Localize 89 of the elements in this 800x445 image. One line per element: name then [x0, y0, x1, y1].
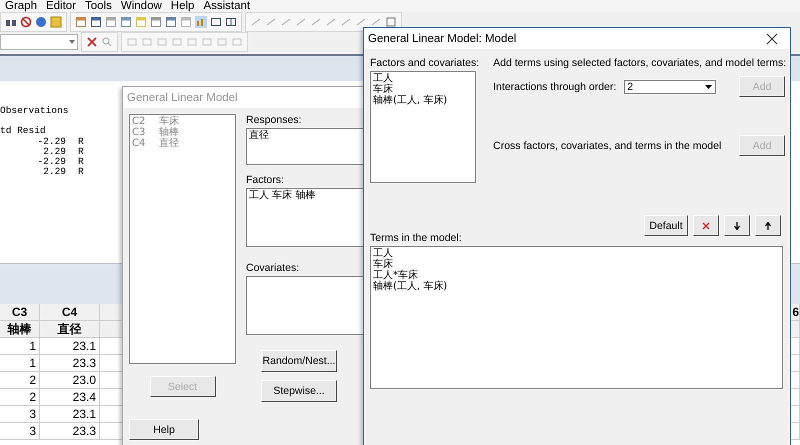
edit-tool-icon[interactable]: [355, 16, 367, 28]
move-up-button[interactable]: [755, 215, 781, 236]
variable-list[interactable]: C2 车床 C3 轴棒 C4 直径: [129, 114, 236, 364]
edit-tool-icon[interactable]: [370, 16, 382, 28]
field-label: Covariates:: [246, 262, 300, 274]
field-label: Responses:: [246, 114, 302, 126]
menu-item[interactable]: Assistant: [203, 0, 250, 12]
dialog-button[interactable]: Random/Nest...: [261, 350, 337, 372]
order-dropdown[interactable]: 2: [624, 80, 716, 94]
terms-field[interactable]: 工人 车床 工人*车床 轴棒(工人, 车床): [370, 246, 783, 389]
factor-item[interactable]: 车床: [373, 84, 473, 95]
field-label: Factors:: [246, 174, 284, 186]
close-icon[interactable]: [766, 32, 778, 44]
drawing-tool-icon[interactable]: [231, 36, 243, 48]
instruction-text: Add terms using selected factors, covariates, and model terms:: [493, 57, 786, 69]
table-cell[interactable]: 2: [0, 389, 40, 406]
residual-note: R: [78, 167, 84, 178]
table-cell[interactable]: 23.0: [40, 372, 100, 389]
residual-note: R: [78, 157, 84, 168]
panel-icon[interactable]: [225, 16, 237, 28]
term-item[interactable]: 车床: [373, 259, 780, 270]
table-cell[interactable]: 23.1: [40, 406, 100, 423]
term-item[interactable]: 工人*车床: [373, 270, 780, 281]
window-icon[interactable]: [120, 16, 132, 28]
graph-selector-dropdown[interactable]: [0, 34, 78, 50]
caret-icon: [67, 38, 77, 46]
panel-icon[interactable]: [210, 16, 222, 28]
column-name[interactable]: 直径: [40, 321, 100, 338]
table-cell[interactable]: 1: [0, 355, 40, 372]
list-label: Factors and covariates:: [370, 57, 480, 69]
dialog-title: General Linear Model: [127, 92, 238, 104]
window-icon[interactable]: [75, 16, 87, 28]
menu-item[interactable]: Editor: [46, 0, 76, 12]
table-cell[interactable]: 23.4: [40, 389, 100, 406]
drawing-tool-icon[interactable]: [156, 36, 168, 48]
column-header[interactable]: C4: [40, 304, 100, 321]
drawing-tool-icon[interactable]: [171, 36, 183, 48]
dialog-title: General Linear Model: Model: [368, 32, 516, 44]
drawing-tool-icon[interactable]: [126, 36, 138, 48]
arrow-down-icon: [734, 222, 740, 230]
menu-item[interactable]: Help: [170, 0, 194, 12]
column-header[interactable]: C3: [0, 304, 40, 321]
arrow-up-icon: [765, 222, 771, 230]
variable-item[interactable]: C2 车床: [132, 116, 233, 127]
table-cell[interactable]: 1: [0, 338, 40, 355]
delete-icon: [702, 222, 710, 230]
factor-item[interactable]: 工人: [373, 73, 473, 84]
stop-icon[interactable]: [20, 16, 32, 28]
table-cell[interactable]: 23.3: [40, 355, 100, 372]
residual-note: R: [78, 146, 84, 158]
help-button[interactable]: Help: [129, 419, 199, 440]
column-name[interactable]: 轴棒: [0, 321, 40, 338]
table-cell[interactable]: 2: [0, 372, 40, 389]
table-cell[interactable]: 23.3: [40, 423, 100, 440]
variable-item[interactable]: C4 直径: [132, 138, 233, 149]
window-icon[interactable]: [105, 16, 117, 28]
menu-item[interactable]: Tools: [85, 0, 112, 12]
session-heading: Observations: [0, 106, 68, 116]
term-item[interactable]: 工人: [373, 248, 780, 259]
term-item[interactable]: 轴棒(工人, 车床): [373, 281, 780, 292]
drawing-tool-icon[interactable]: [186, 36, 198, 48]
remove-term-button[interactable]: [693, 215, 719, 236]
table-cell[interactable]: 3: [0, 406, 40, 423]
window-icon[interactable]: [90, 16, 102, 28]
drawing-tool-icon[interactable]: [216, 36, 228, 48]
drawing-tool-icon[interactable]: [201, 36, 213, 48]
default-button[interactable]: Default: [644, 215, 688, 236]
magnifier-icon[interactable]: [101, 36, 113, 48]
variable-item[interactable]: C3 轴棒: [132, 127, 233, 138]
residual-note: R: [78, 136, 84, 147]
residual-value: 2.29: [42, 146, 66, 158]
move-down-button[interactable]: [724, 215, 750, 236]
interactions-label: Interactions through order:: [493, 80, 616, 92]
residual-value: -2.29: [36, 136, 66, 147]
cross-text: Cross factors, covariates, and terms in the model: [493, 140, 722, 152]
dialog-button[interactable]: Stepwise...: [261, 380, 337, 402]
delete-icon[interactable]: [86, 36, 98, 48]
menu-item[interactable]: Window: [120, 0, 162, 12]
window-icon[interactable]: [165, 16, 177, 28]
factor-list[interactable]: 工人 车床 轴棒(工人, 车床): [370, 71, 476, 183]
residual-value: 2.29: [42, 167, 66, 178]
factor-item[interactable]: 轴棒(工人, 车床): [373, 95, 473, 106]
window-icon[interactable]: [150, 16, 162, 28]
session-column-header: td Resid: [0, 126, 46, 137]
table-cell[interactable]: 3: [0, 423, 40, 440]
menu-item[interactable]: Graph: [5, 0, 37, 12]
table-cell[interactable]: 23.1: [40, 338, 100, 355]
drawing-tool-icon[interactable]: [141, 36, 153, 48]
residual-value: -2.29: [36, 157, 66, 168]
